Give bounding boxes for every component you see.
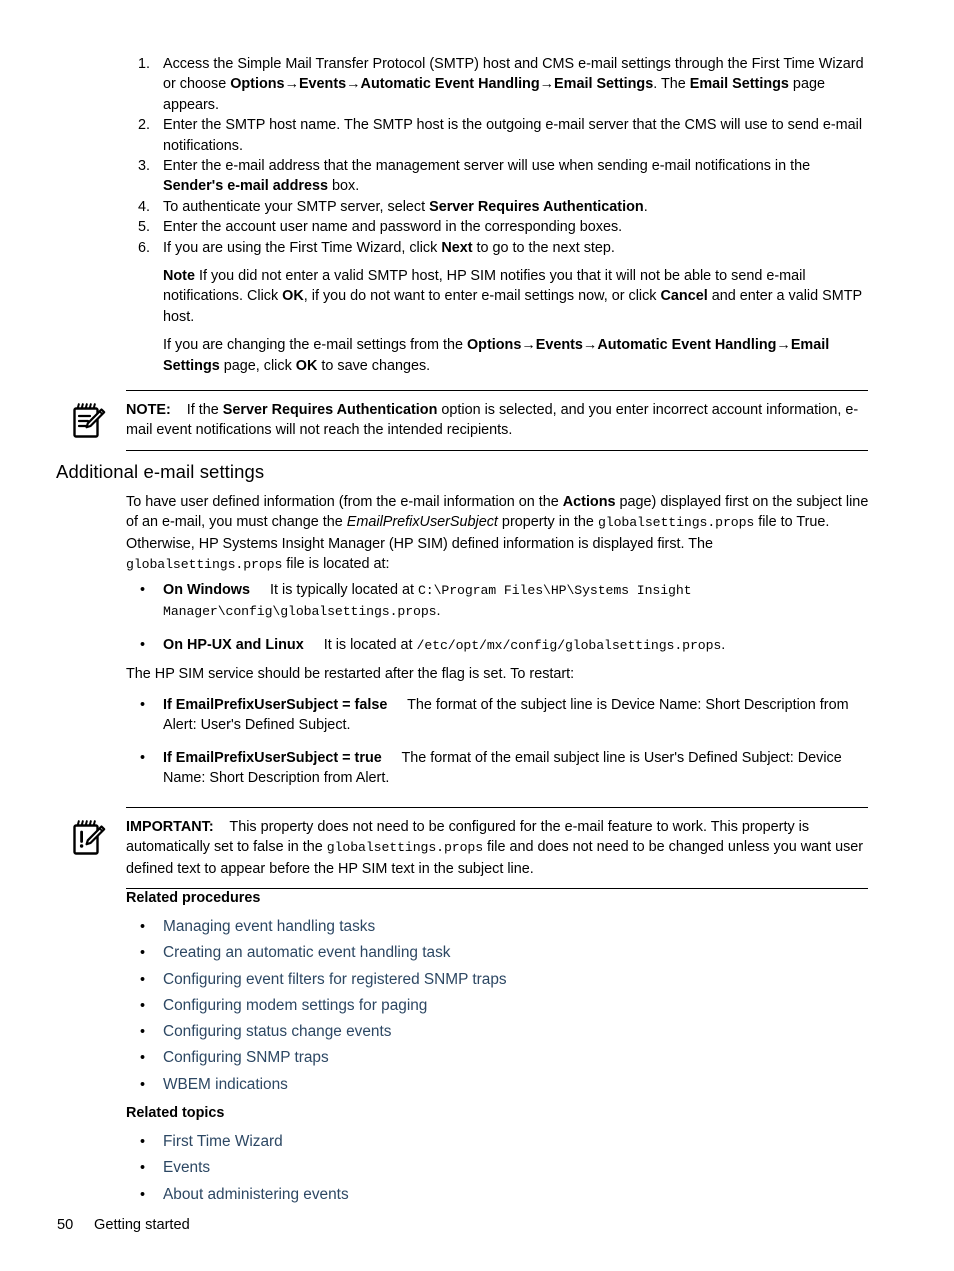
list-item[interactable]: • Configuring modem settings for paging (126, 993, 507, 1019)
list-item[interactable]: • Configuring SNMP traps (126, 1045, 507, 1071)
step-text: Access the Simple Mail Transfer Protocol… (163, 56, 864, 113)
bullet-glyph: • (140, 1024, 146, 1041)
bullet-glyph: • (140, 1134, 146, 1150)
bullet-glyph: • (140, 1186, 146, 1203)
list-item-text: If EmailPrefixUserSubject = false The fo… (163, 697, 849, 734)
list-item-text: If EmailPrefixUserSubject = true The for… (163, 749, 842, 787)
related-procedure-link[interactable]: Configuring modem settings for paging (163, 997, 427, 1014)
procedure-step: 1. Access the Simple Mail Transfer Proto… (126, 54, 870, 115)
note-admonition-text: NOTE: If the Server Requires Authenticat… (126, 402, 859, 439)
step-number: 6. (137, 239, 150, 256)
step-number: 4. (137, 198, 150, 215)
related-procedures-heading: Related procedures (126, 890, 261, 906)
related-procedure-link[interactable]: Configuring event filters for registered… (163, 971, 507, 988)
step-text: If you are using the First Time Wizard, … (163, 239, 615, 256)
page-footer: 50 Getting started (57, 1215, 190, 1235)
important-pad-pencil-icon (72, 820, 106, 856)
file-location-list: • On Windows It is typically located at … (126, 580, 870, 656)
related-procedures-list: • Managing event handling tasks • Creati… (126, 914, 507, 1098)
restart-paragraph: The HP SIM service should be restarted a… (126, 666, 575, 682)
step-note-paragraph: Note If you did not enter a valid SMTP h… (163, 268, 862, 325)
list-item[interactable]: • Managing event handling tasks (126, 914, 507, 940)
list-item: • On HP-UX and Linux It is located at /e… (126, 635, 870, 656)
procedure-step: 5. Enter the account user name and passw… (126, 217, 870, 237)
list-item[interactable]: • WBEM indications (126, 1072, 507, 1098)
page-section-heading: Additional e-mail settings (56, 461, 265, 482)
list-item: • If EmailPrefixUserSubject = true The f… (126, 748, 870, 789)
note-pad-pencil-icon (72, 403, 106, 439)
section-intro-paragraph: To have user defined information (from t… (126, 494, 869, 573)
important-admonition-text: IMPORTANT: This property does not need t… (126, 819, 864, 877)
bullet-glyph: • (140, 749, 146, 766)
list-item[interactable]: • Events (126, 1155, 349, 1181)
step-text: Enter the e-mail address that the manage… (163, 158, 811, 195)
related-procedure-link[interactable]: Configuring SNMP traps (163, 1049, 329, 1066)
related-topic-link[interactable]: First Time Wizard (163, 1133, 283, 1150)
list-item[interactable]: • Creating an automatic event handling t… (126, 940, 507, 966)
bullet-glyph: • (140, 1160, 146, 1177)
step-text: To authenticate your SMTP server, select… (163, 198, 648, 215)
step-changing-paragraph: If you are changing the e-mail settings … (163, 337, 830, 374)
bullet-glyph: • (140, 1076, 146, 1093)
flag-format-list: • If EmailPrefixUserSubject = false The … (126, 695, 870, 789)
list-item: • On Windows It is typically located at … (126, 580, 870, 623)
related-procedure-link[interactable]: Creating an automatic event handling tas… (163, 944, 450, 961)
document-page: 1. Access the Simple Mail Transfer Proto… (0, 0, 954, 1271)
note-admonition: NOTE: If the Server Requires Authenticat… (73, 390, 868, 451)
step-text: Enter the SMTP host name. The SMTP host … (163, 117, 863, 154)
bullet-glyph: • (140, 919, 146, 935)
list-item[interactable]: • Configuring event filters for register… (126, 967, 507, 993)
related-procedure-link[interactable]: Managing event handling tasks (163, 918, 375, 935)
step-number: 1. (137, 56, 150, 72)
step-number: 2. (137, 117, 150, 134)
list-item[interactable]: • First Time Wizard (126, 1129, 349, 1155)
bullet-glyph: • (140, 636, 146, 653)
procedure-list: 1. Access the Simple Mail Transfer Proto… (126, 54, 870, 376)
related-procedure-link[interactable]: WBEM indications (163, 1076, 288, 1093)
procedure-step: 2. Enter the SMTP host name. The SMTP ho… (126, 115, 870, 156)
footer-chapter: Getting started (94, 1217, 190, 1233)
list-item[interactable]: • About administering events (126, 1182, 349, 1208)
related-procedure-link[interactable]: Configuring status change events (163, 1023, 391, 1040)
step-number: 5. (137, 219, 150, 236)
bullet-glyph: • (140, 697, 146, 713)
bullet-glyph: • (140, 945, 146, 962)
procedure-step: 6. If you are using the First Time Wizar… (126, 238, 870, 258)
bullet-glyph: • (140, 1050, 146, 1067)
related-topics-list: • First Time Wizard • Events • About adm… (126, 1129, 349, 1208)
related-topic-link[interactable]: Events (163, 1159, 210, 1176)
step-number: 3. (137, 158, 150, 175)
procedure-step: 4. To authenticate your SMTP server, sel… (126, 197, 870, 217)
procedure-step: 3. Enter the e-mail address that the man… (126, 156, 870, 197)
bullet-glyph: • (140, 971, 146, 988)
list-item[interactable]: • Configuring status change events (126, 1019, 507, 1045)
bullet-glyph: • (140, 582, 146, 598)
related-topic-link[interactable]: About administering events (163, 1186, 349, 1203)
list-item-text: On Windows It is typically located at C:… (163, 582, 692, 620)
step-text: Enter the account user name and password… (163, 219, 623, 236)
important-admonition: IMPORTANT: This property does not need t… (73, 807, 868, 890)
list-item-text: On HP-UX and Linux It is located at /etc… (163, 636, 726, 653)
related-topics-heading: Related topics (126, 1105, 225, 1121)
footer-page-number: 50 (57, 1217, 74, 1233)
list-item: • If EmailPrefixUserSubject = false The … (126, 695, 870, 736)
bullet-glyph: • (140, 997, 146, 1014)
